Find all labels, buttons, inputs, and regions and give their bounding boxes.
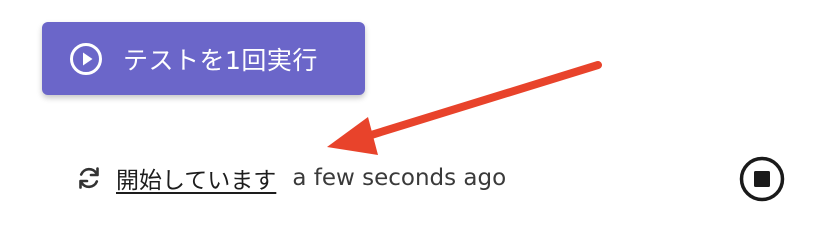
run-test-once-button[interactable]: テストを1回実行	[42, 22, 365, 95]
sync-icon	[79, 167, 99, 189]
play-circle-icon	[70, 42, 102, 75]
stop-button[interactable]	[739, 156, 785, 202]
status-timestamp: a few seconds ago	[292, 165, 507, 191]
status-link[interactable]: 開始しています	[116, 161, 276, 195]
status-row: 開始しています a few seconds ago	[76, 160, 506, 196]
stop-circle-icon	[739, 156, 785, 202]
run-test-once-label: テストを1回実行	[123, 45, 318, 75]
